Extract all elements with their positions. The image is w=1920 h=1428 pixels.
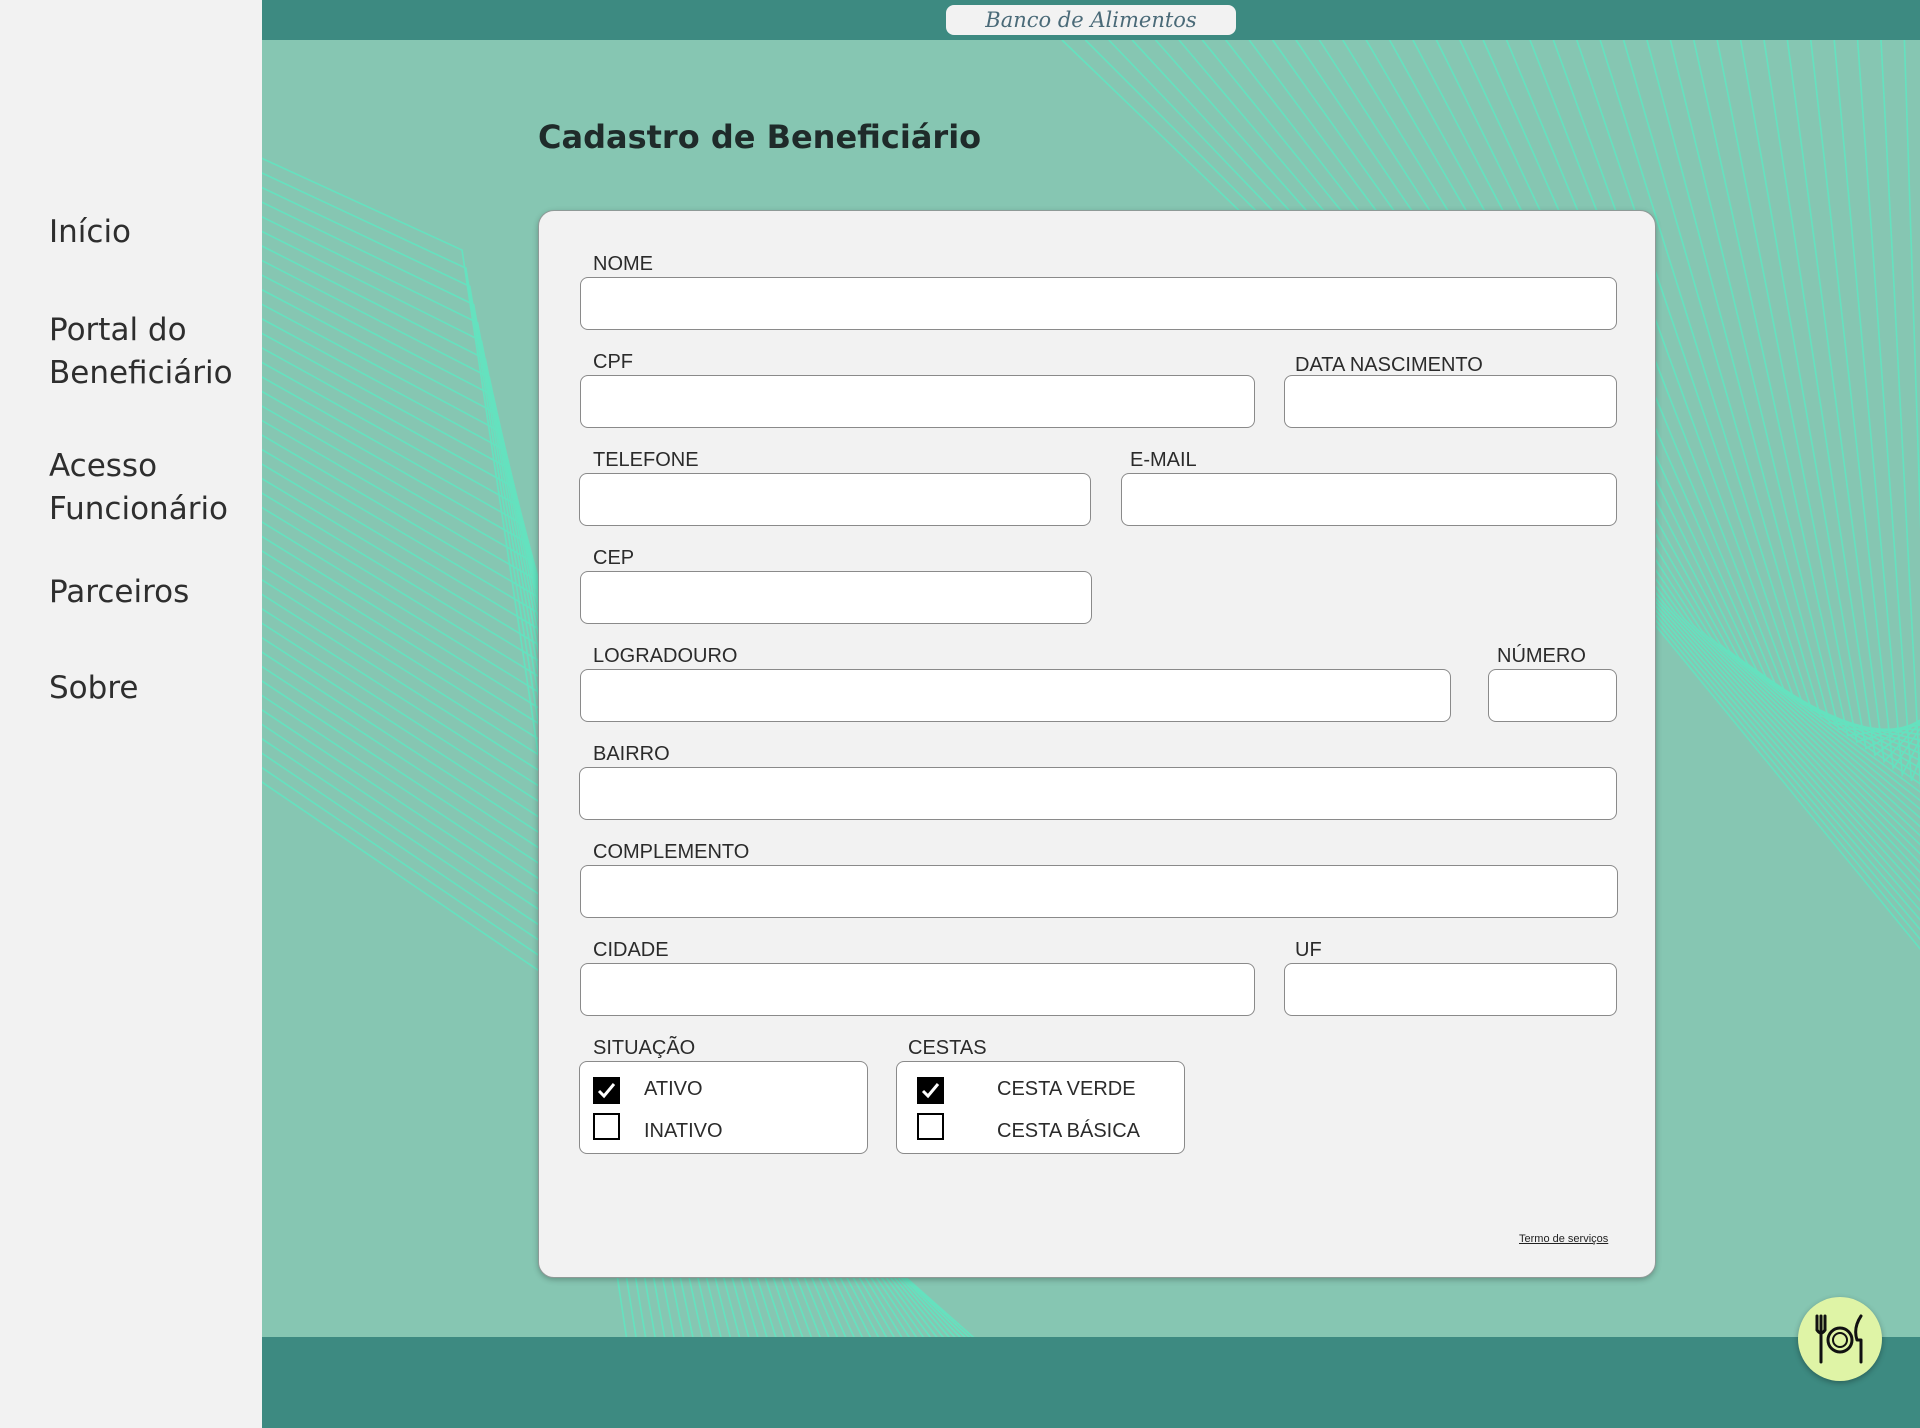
logradouro-label: LOGRADOURO xyxy=(593,645,738,667)
cidade-label: CIDADE xyxy=(593,939,669,961)
cep-label: CEP xyxy=(593,547,635,569)
situacao-group: ATIVO INATIVO xyxy=(579,1061,868,1154)
sidebar-item-label: Beneficiário xyxy=(49,355,233,391)
sidebar-item-parceiros[interactable]: Parceiros xyxy=(49,571,189,614)
sidebar: Início Portal do Beneficiário Acesso Fun… xyxy=(0,0,262,1428)
sidebar-item-acesso-funcionario[interactable]: Acesso Funcionário xyxy=(49,445,228,531)
inativo-label: INATIVO xyxy=(644,1120,723,1142)
telefone-input[interactable] xyxy=(579,473,1091,526)
data-nascimento-label: DATA NASCIMENTO xyxy=(1295,354,1483,376)
cestas-group: CESTA VERDE CESTA BÁSICA xyxy=(896,1061,1185,1154)
situacao-label: SITUAÇÃO xyxy=(593,1037,696,1059)
cpf-input[interactable] xyxy=(580,375,1255,428)
numero-input[interactable] xyxy=(1488,669,1617,722)
footer-bar xyxy=(262,1337,1920,1428)
food-bank-fab-button[interactable] xyxy=(1798,1297,1882,1381)
nome-label: NOME xyxy=(593,253,653,275)
plate-fork-knife-icon xyxy=(1815,1314,1863,1364)
main-area: Banco de Alimentos Cadastro de Beneficiá… xyxy=(262,0,1920,1428)
sidebar-item-label: Funcionário xyxy=(49,491,229,527)
terms-of-service-link[interactable]: Termo de serviços xyxy=(1519,1233,1608,1245)
beneficiary-form: NOME CPF DATA NASCIMENTO TELEFONE E-MAIL… xyxy=(538,210,1656,1278)
sidebar-item-portal-beneficiario[interactable]: Portal do Beneficiário xyxy=(49,309,233,395)
ativo-checkbox[interactable] xyxy=(593,1077,620,1104)
data-nascimento-input[interactable] xyxy=(1284,375,1617,428)
cestas-label: CESTAS xyxy=(908,1037,987,1059)
bairro-input[interactable] xyxy=(579,767,1617,820)
sidebar-item-label: Acesso xyxy=(49,448,158,484)
uf-input[interactable] xyxy=(1284,963,1617,1016)
email-input[interactable] xyxy=(1121,473,1617,526)
site-title[interactable]: Banco de Alimentos xyxy=(946,5,1236,35)
cep-input[interactable] xyxy=(580,571,1092,624)
cesta-basica-label: CESTA BÁSICA xyxy=(997,1120,1141,1142)
ativo-label: ATIVO xyxy=(644,1078,703,1100)
numero-label: NÚMERO xyxy=(1497,645,1586,667)
nome-input[interactable] xyxy=(580,277,1617,330)
email-label: E-MAIL xyxy=(1130,449,1197,471)
bairro-label: BAIRRO xyxy=(593,743,670,765)
complemento-label: COMPLEMENTO xyxy=(593,841,750,863)
cesta-basica-checkbox[interactable] xyxy=(917,1113,944,1140)
cesta-verde-label: CESTA VERDE xyxy=(997,1078,1136,1100)
checkmark-icon xyxy=(597,1083,616,1099)
sidebar-item-inicio[interactable]: Início xyxy=(49,211,131,254)
page-title: Cadastro de Beneficiário xyxy=(538,118,982,156)
sidebar-item-label: Portal do xyxy=(49,312,187,348)
telefone-label: TELEFONE xyxy=(593,449,699,471)
cidade-input[interactable] xyxy=(580,963,1255,1016)
complemento-input[interactable] xyxy=(580,865,1618,918)
logradouro-input[interactable] xyxy=(580,669,1451,722)
inativo-checkbox[interactable] xyxy=(593,1113,620,1140)
cpf-label: CPF xyxy=(593,351,633,373)
checkmark-icon xyxy=(921,1083,940,1099)
uf-label: UF xyxy=(1295,939,1322,961)
sidebar-item-sobre[interactable]: Sobre xyxy=(49,667,138,710)
top-bar: Banco de Alimentos xyxy=(262,0,1920,40)
cesta-verde-checkbox[interactable] xyxy=(917,1077,944,1104)
